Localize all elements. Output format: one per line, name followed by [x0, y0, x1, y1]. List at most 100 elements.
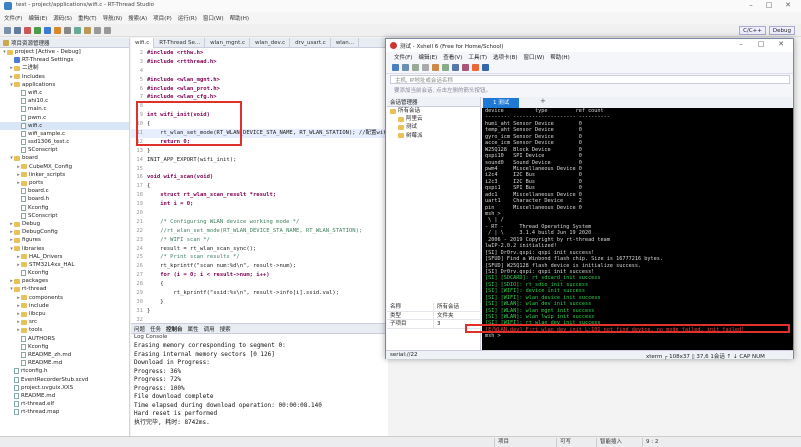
tree-item[interactable]: ▸ DebugConfig [0, 228, 129, 236]
tree-item[interactable]: wifi.c [0, 121, 129, 130]
tab-call[interactable]: 调用 [204, 325, 215, 333]
help-icon[interactable] [482, 64, 489, 71]
tab-properties[interactable]: 属性 [188, 325, 199, 333]
close-icon[interactable]: ✕ [781, 1, 795, 11]
tree-item[interactable]: ▸ HAL_Drivers [0, 253, 129, 261]
tree-item[interactable]: ▸ CubeMX_Config [0, 163, 129, 171]
tree-item[interactable]: ▸ components [0, 294, 129, 302]
menu-search[interactable]: 搜索(A) [128, 14, 147, 22]
tree-item[interactable]: rt-thread.map [0, 408, 129, 416]
terminal-tab-test[interactable]: 1 测试 [483, 98, 520, 108]
tree-item[interactable]: ▸ Debug [0, 220, 129, 228]
tree-item[interactable]: README.md [0, 392, 129, 400]
new-session-icon[interactable] [392, 64, 399, 71]
tab-wlan-mgnt[interactable]: wlan_mgnt.c [206, 37, 251, 48]
tab-console[interactable]: 控制台 [166, 325, 183, 333]
tree-item[interactable]: ▾ libraries [0, 245, 129, 253]
forward-icon[interactable] [104, 26, 111, 34]
tree-item[interactable]: ▸ 二进制 [0, 64, 129, 72]
menu-source[interactable]: 源码(S) [53, 14, 72, 22]
tree-item[interactable]: EventRecorderStub.scvd [0, 376, 129, 384]
tree-item[interactable]: pwm.c [0, 114, 129, 122]
download-icon[interactable] [44, 26, 51, 34]
code-area[interactable]: 2 #include <rthw.h> 3 #include <rtthread.h>… [131, 49, 390, 341]
xs-menu-edit[interactable]: 编辑(E) [418, 53, 437, 61]
tree-item[interactable]: ▸ Includes [0, 73, 129, 81]
tree-item[interactable]: board.h [0, 195, 129, 203]
xs-menu-file[interactable]: 文件(F) [394, 53, 412, 61]
menu-refactor[interactable]: 重构(T) [78, 14, 97, 22]
tree-item[interactable]: ▸ tools [0, 326, 129, 334]
tree-item[interactable]: Kconfig [0, 204, 129, 212]
add-tab-icon[interactable]: + [540, 97, 546, 105]
perspective-cpp[interactable]: C/C++ [739, 26, 766, 35]
print-icon[interactable] [462, 64, 469, 71]
tree-item[interactable]: SConscript [0, 212, 129, 220]
run-icon[interactable] [74, 26, 81, 34]
menu-help[interactable]: 帮助(H) [230, 14, 249, 22]
open-folder-icon[interactable] [402, 64, 409, 71]
tree-item[interactable]: wifi_sample.c [0, 130, 129, 138]
menu-edit[interactable]: 编辑(E) [28, 14, 47, 22]
tree-item[interactable]: AUTHORS [0, 335, 129, 343]
session-item[interactable]: 树莓派 [387, 132, 480, 140]
tree-item[interactable]: ▸ linker_scripts [0, 171, 129, 179]
tab-rt-thread-settings[interactable]: RT-Thread Se... [155, 37, 206, 48]
minimize-icon[interactable]: – [744, 1, 758, 11]
tree-item[interactable]: README_zh.md [0, 351, 129, 359]
tree-item[interactable]: rt-thread.elf [0, 400, 129, 408]
tree-item[interactable]: ▸ libcpu [0, 310, 129, 318]
menu-run[interactable]: 运行(R) [178, 14, 197, 22]
session-item[interactable]: 阿里云 [387, 115, 480, 123]
new-icon[interactable] [4, 26, 11, 34]
maximize-icon[interactable]: □ [762, 1, 776, 11]
tab-wlan-dev[interactable]: wlan_dev.c [251, 37, 291, 48]
find-icon[interactable] [452, 64, 459, 71]
tree-item[interactable]: rtconfig.h [0, 367, 129, 375]
tree-item[interactable]: ssd1306_test.c [0, 138, 129, 146]
tree-item[interactable]: wifi.c [0, 89, 129, 97]
tree-item[interactable]: ahi10.c [0, 97, 129, 105]
xshell-minimize-icon[interactable]: – [734, 40, 748, 50]
xs-menu-window[interactable]: 窗口(W) [524, 53, 545, 61]
tree-item[interactable]: RT-Thread Settings [0, 56, 129, 64]
xftp-icon[interactable] [472, 64, 479, 71]
search-icon[interactable] [84, 26, 91, 34]
terminal-screen[interactable]: device type ref count -------- ----------… [482, 108, 793, 351]
tab-wlan-more[interactable]: wlan... [332, 37, 359, 48]
save-icon[interactable] [14, 26, 21, 34]
tab-problems[interactable]: 问题 [134, 325, 145, 333]
tree-item[interactable]: Kconfig [0, 269, 129, 277]
tree-item[interactable]: main.c [0, 105, 129, 113]
connect-icon[interactable] [412, 64, 419, 71]
perspective-debug[interactable]: Debug [768, 26, 795, 35]
tree-item[interactable]: ▾ rt-thread [0, 285, 129, 293]
terminal-icon[interactable] [64, 26, 71, 34]
tree-item[interactable]: ▸ include [0, 302, 129, 310]
tree-item[interactable]: Kconfig [0, 343, 129, 351]
copy-icon[interactable] [432, 64, 439, 71]
xshell-address-input[interactable]: 主机, IP地址或会话名称 [390, 75, 790, 84]
tab-search[interactable]: 搜索 [220, 325, 231, 333]
tree-item[interactable]: ▸ packages [0, 277, 129, 285]
tree-item[interactable]: ▸ figures [0, 236, 129, 244]
tree-item[interactable]: README.md [0, 359, 129, 367]
tree-item[interactable]: SConscript [0, 146, 129, 154]
tab-tasks[interactable]: 任务 [150, 325, 161, 333]
tree-item[interactable]: ▾ applications [0, 81, 129, 89]
xs-menu-tab[interactable]: 选项卡(B) [493, 53, 518, 61]
session-item[interactable]: 测试 [387, 123, 480, 131]
tree-item[interactable]: project.uvguix.XXS [0, 384, 129, 392]
disconnect-icon[interactable] [422, 64, 429, 71]
tab-drv-usart[interactable]: drv_usart.c [291, 37, 331, 48]
xs-menu-tools[interactable]: 工具(T) [468, 53, 487, 61]
xshell-maximize-icon[interactable]: □ [754, 40, 768, 50]
sdk-manager-icon[interactable] [54, 26, 61, 34]
tree-item[interactable]: board.c [0, 187, 129, 195]
menu-project[interactable]: 项目(P) [153, 14, 172, 22]
tree-item[interactable]: ▸ STM32L4xx_HAL [0, 261, 129, 269]
tree-item[interactable]: ▸ src [0, 318, 129, 326]
session-item[interactable]: 所有会话 [387, 107, 480, 115]
menu-file[interactable]: 文件(F) [4, 14, 22, 22]
paste-icon[interactable] [442, 64, 449, 71]
